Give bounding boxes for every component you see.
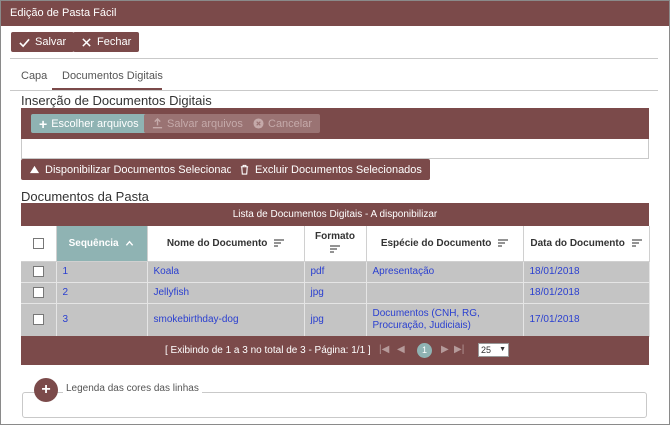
row-select-cell[interactable] <box>21 282 57 304</box>
triangle-up-icon <box>29 165 40 174</box>
check-icon <box>19 38 30 47</box>
row-checkbox[interactable] <box>32 286 44 298</box>
sort-lines-icon <box>498 239 509 247</box>
window-title: Edição de Pasta Fácil <box>1 1 669 26</box>
row-select-cell[interactable] <box>21 303 57 337</box>
header-nome-documento[interactable]: Nome do Documento <box>147 226 305 262</box>
table-row[interactable]: 1 Koala pdf Apresentação 18/01/2018 <box>21 261 650 283</box>
cell-seq[interactable]: 2 <box>56 282 148 304</box>
header-select-all[interactable] <box>21 226 57 262</box>
sort-lines-icon <box>274 239 285 247</box>
header-data-label: Data do Documento <box>530 237 625 249</box>
cell-name[interactable]: Koala <box>147 261 305 283</box>
sort-lines-icon <box>631 239 642 247</box>
documents-grid: Sequência Nome do Documento Formato Espé… <box>21 226 650 337</box>
cell-format[interactable]: pdf <box>304 261 367 283</box>
insertion-section-title: Inserção de Documentos Digitais <box>21 93 212 108</box>
row-checkbox[interactable] <box>32 313 44 325</box>
row-select-cell[interactable] <box>21 261 57 283</box>
tab-documentos-digitais[interactable]: Documentos Digitais <box>62 70 163 82</box>
header-sequencia-label: Sequência <box>68 237 119 249</box>
cell-name[interactable]: smokebirthday-dog <box>147 303 305 337</box>
cell-name[interactable]: Jellyfish <box>147 282 305 304</box>
table-row[interactable]: 3 smokebirthday-dog jpg Documentos (CNH,… <box>21 303 650 337</box>
delete-selected-button[interactable]: Excluir Documentos Selecionados <box>231 159 430 180</box>
save-files-button[interactable]: Salvar arquivos <box>144 114 251 133</box>
header-nome-label: Nome do Documento <box>166 237 268 249</box>
expand-legend-button[interactable]: + <box>34 378 58 402</box>
grid-pager: [ Exibindo de 1 a 3 no total de 3 - Pági… <box>21 336 649 365</box>
chevron-down-icon: ▼ <box>499 346 506 353</box>
folder-docs-title: Documentos da Pasta <box>21 189 149 204</box>
plus-icon: + <box>41 381 51 398</box>
header-especie-label: Espécie do Documento <box>380 237 492 249</box>
page-size-select[interactable]: 25 ▼ <box>478 343 509 357</box>
next-page-icon[interactable]: ▶ <box>441 344 449 355</box>
cell-species[interactable]: Documentos (CNH, RG, Procuração, Judicia… <box>366 303 524 337</box>
last-page-icon[interactable]: ▶| <box>454 344 464 355</box>
cancel-circle-icon <box>253 118 264 129</box>
close-icon <box>82 37 91 47</box>
header-data[interactable]: Data do Documento <box>523 226 650 262</box>
publish-selected-label: Disponibilizar Documentos Selecionados <box>45 163 245 176</box>
prev-page-icon[interactable]: ◀ <box>397 344 405 355</box>
page-number-button[interactable]: 1 <box>417 343 432 358</box>
header-especie[interactable]: Espécie do Documento <box>366 226 524 262</box>
row-checkbox[interactable] <box>32 265 44 277</box>
trash-icon <box>240 164 249 175</box>
publish-selected-button[interactable]: Disponibilizar Documentos Selecionados <box>21 159 253 180</box>
grid-header-row: Sequência Nome do Documento Formato Espé… <box>21 226 650 262</box>
select-all-checkbox[interactable] <box>32 237 44 249</box>
tabs-divider <box>10 90 658 91</box>
cancel-button[interactable]: Cancelar <box>245 114 321 133</box>
tab-capa[interactable]: Capa <box>21 70 47 82</box>
cell-species[interactable] <box>366 282 524 304</box>
cell-seq[interactable]: 1 <box>56 261 148 283</box>
cell-date[interactable]: 17/01/2018 <box>523 303 650 337</box>
header-formato[interactable]: Formato <box>304 226 367 262</box>
header-formato-label: Formato <box>315 230 355 242</box>
cell-format[interactable]: jpg <box>304 282 367 304</box>
header-sequencia[interactable]: Sequência <box>56 226 148 262</box>
save-button[interactable]: Salvar <box>11 32 75 52</box>
sort-lines-icon <box>330 245 340 253</box>
cell-date[interactable]: 18/01/2018 <box>523 282 650 304</box>
legend-label: Legenda das cores das linhas <box>63 383 202 394</box>
close-button-label: Fechar <box>97 36 132 48</box>
table-row[interactable]: 2 Jellyfish jpg 18/01/2018 <box>21 282 650 304</box>
cell-species[interactable]: Apresentação <box>366 261 524 283</box>
save-files-label: Salvar arquivos <box>167 117 243 130</box>
toolbar-divider <box>10 58 658 59</box>
choose-files-button[interactable]: + Escolher arquivos <box>31 114 147 133</box>
first-page-icon[interactable]: |◀ <box>379 344 389 355</box>
upload-icon <box>152 118 163 129</box>
close-button[interactable]: Fechar <box>73 32 140 52</box>
page-size-value: 25 <box>481 345 492 355</box>
cancel-label: Cancelar <box>268 117 313 130</box>
plus-icon: + <box>39 115 48 132</box>
cell-seq[interactable]: 3 <box>56 303 148 337</box>
sort-ascending-icon <box>126 240 134 246</box>
grid-caption: Lista de Documentos Digitais - A disponi… <box>21 203 649 226</box>
choose-files-label: Escolher arquivos <box>51 117 139 130</box>
cell-format[interactable]: jpg <box>304 303 367 337</box>
save-button-label: Salvar <box>35 36 67 48</box>
delete-selected-label: Excluir Documentos Selecionados <box>255 163 422 176</box>
legend-box <box>22 392 647 418</box>
pager-summary: [ Exibindo de 1 a 3 no total de 3 - Pági… <box>165 345 371 356</box>
cell-date[interactable]: 18/01/2018 <box>523 261 650 283</box>
